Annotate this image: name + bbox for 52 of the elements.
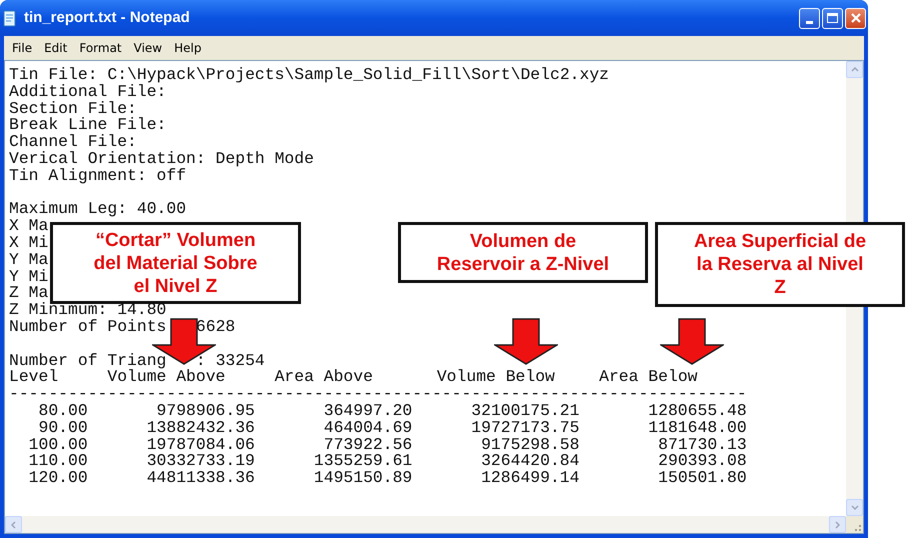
table-cell-text: 1355259.61 bbox=[312, 453, 412, 470]
table-cell-text: 110.00 bbox=[28, 453, 88, 470]
column-header: Area Below bbox=[599, 367, 698, 386]
table-cell-text: 9798906.95 bbox=[156, 402, 255, 420]
table-cell-text: 464004.69 bbox=[322, 420, 412, 437]
table-cell-text: 871730.13 bbox=[657, 436, 747, 454]
table-cell-text: 100.00 bbox=[28, 436, 88, 454]
text-line: Y Mi bbox=[9, 268, 48, 286]
text-line: 6628 bbox=[196, 318, 236, 336]
table-cell-text: 1495150.89 bbox=[312, 470, 412, 487]
text-line: Tin File: C:\Hypack\Projects\Sample_Solid_Fill\Sort\Delc2.xyz bbox=[9, 67, 609, 84]
column-header: Level bbox=[9, 367, 58, 386]
table-cell-text: 19727173.75 bbox=[470, 420, 580, 437]
table-cell-text: 1181648.00 bbox=[647, 420, 747, 437]
text-line: Number of Triang bbox=[9, 352, 166, 370]
table-cell-text: 150501.80 bbox=[657, 470, 747, 487]
text-line: Section File: bbox=[9, 100, 137, 118]
annotation-tooltip: Area Superficial de la Reserva al Nivel Z bbox=[655, 222, 905, 307]
column-header: Volume Above bbox=[107, 367, 226, 386]
table-cell-text: 1280655.48 bbox=[647, 402, 747, 420]
text-line: Maximum Leg: 40.00 bbox=[9, 201, 186, 218]
text-line: Additional File: bbox=[9, 84, 166, 101]
table-cell-text: 290393.08 bbox=[657, 453, 747, 470]
table-cell-text: 32100175.21 bbox=[470, 402, 580, 420]
text-line: : 33254 bbox=[196, 352, 265, 370]
column-header: Area Above bbox=[274, 367, 373, 386]
text-line: Break Line File: bbox=[9, 117, 166, 134]
text-line: Verical Orientation: Depth Mode bbox=[9, 150, 314, 168]
annotation-tooltip: “Cortar” Volumen del Material Sobre el Nivel Z bbox=[50, 222, 301, 304]
text-line: X Mi bbox=[9, 234, 48, 252]
table-cell-text: 364997.20 bbox=[322, 402, 412, 420]
column-header: Volume Below bbox=[436, 367, 555, 386]
separator-line: --------------------------------------------------------------------------- bbox=[9, 386, 747, 403]
text-line: Tin Alignment: off bbox=[9, 168, 186, 185]
text-line: X Ma bbox=[9, 218, 48, 235]
table-cell-text: 80.00 bbox=[38, 402, 88, 420]
window-title: tin_report.txt - Notepad bbox=[24, 8, 190, 28]
table-cell-text: 30332733.19 bbox=[146, 453, 255, 470]
text-line: Number of Points bbox=[9, 318, 166, 336]
text-line: Channel File: bbox=[9, 134, 137, 151]
text-line: Z Ma bbox=[9, 285, 48, 302]
table-cell-text: 19787084.06 bbox=[146, 436, 255, 454]
table-cell-text: 44811338.36 bbox=[146, 470, 255, 487]
table-cell-text: 9175298.58 bbox=[480, 436, 580, 454]
table-cell-text: 120.00 bbox=[28, 470, 88, 487]
table-cell-text: 3264420.84 bbox=[480, 453, 580, 470]
table-cell-text: 1286499.14 bbox=[480, 470, 580, 487]
table-cell-text: 90.00 bbox=[38, 420, 88, 437]
annotation-tooltip: Volumen de Reservoir a Z-Nivel bbox=[398, 222, 648, 283]
table-cell-text: 13882432.36 bbox=[146, 420, 255, 437]
text-line: Y Ma bbox=[9, 252, 48, 269]
table-cell-text: 773922.56 bbox=[322, 436, 412, 454]
